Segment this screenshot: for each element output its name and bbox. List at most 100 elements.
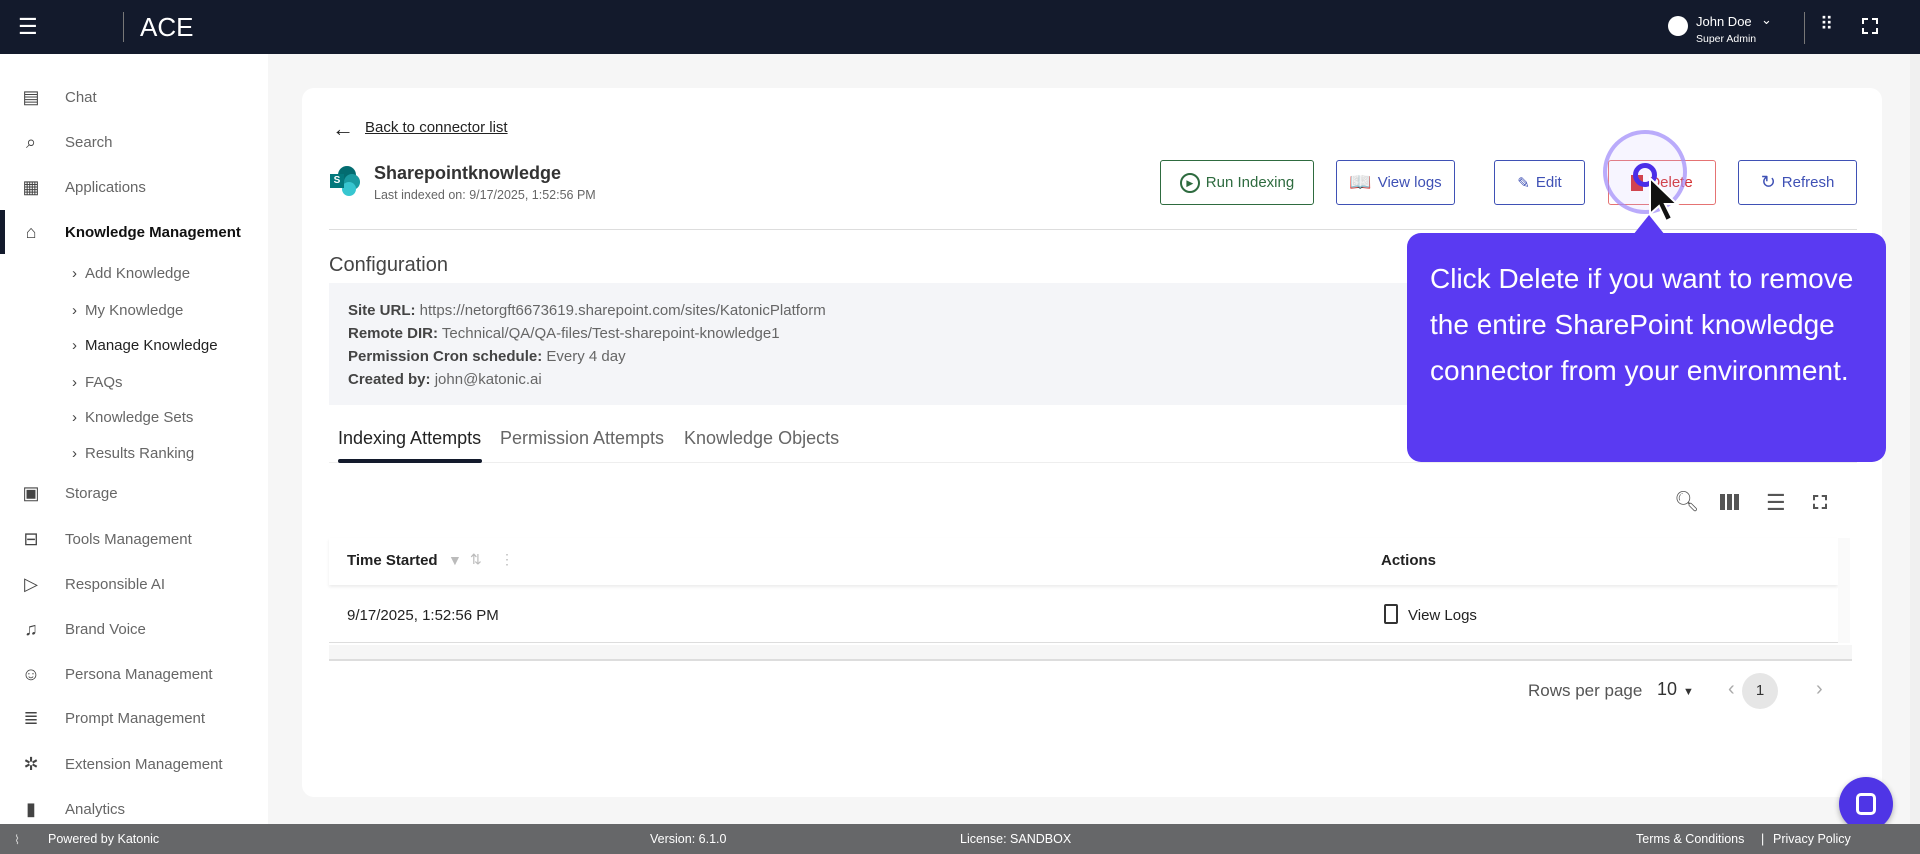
sidebar-subitem-add-knowledge[interactable]: › Add Knowledge — [72, 265, 190, 282]
tab-permission-attempts[interactable]: Permission Attempts — [500, 428, 664, 449]
apps-grid-icon[interactable]: ⠿ — [1820, 14, 1833, 35]
sidebar-item-label: Applications — [65, 178, 146, 196]
sidebar-item-responsible-ai[interactable]: ▷ Responsible AI — [0, 566, 268, 602]
config-value: https://netorgft6673619.sharepoint.com/s… — [419, 302, 826, 319]
sidebar-item-extension-management[interactable]: ✲ Extension Management — [0, 746, 268, 782]
tab-knowledge-objects[interactable]: Knowledge Objects — [684, 428, 839, 449]
version: Version: 6.1.0 — [650, 832, 727, 846]
chevron-down-icon: ⌄ — [1761, 12, 1772, 27]
page-scrollbar[interactable] — [1910, 54, 1920, 824]
sidebar-item-label: Responsible AI — [65, 575, 166, 593]
sort-icon[interactable]: ⇅ — [470, 551, 482, 568]
vertical-scrollbar[interactable] — [1838, 538, 1850, 643]
sidebar-item-label: Persona Management — [65, 665, 213, 683]
sidebar-item-label: Brand Voice — [65, 620, 146, 638]
search-list-icon: ⌕ — [25, 132, 37, 152]
config-label: Created by: — [348, 371, 431, 388]
sidebar-item-label: Chat — [65, 88, 97, 106]
column-header-actions: Actions — [1381, 552, 1437, 569]
density-icon[interactable]: ☰ — [1766, 490, 1786, 516]
sidebar-item-persona-management[interactable]: ☺ Persona Management — [0, 656, 268, 692]
column-header-time-started[interactable]: Time Started — [347, 552, 438, 569]
refresh-icon: ↻ — [1760, 172, 1776, 192]
top-bar: ☰ ACE John Doe ⌄ Super Admin ⠿ — [0, 0, 1920, 54]
view-logs-link[interactable]: View Logs — [1408, 607, 1477, 624]
back-link[interactable]: Back to connector list — [365, 119, 508, 136]
user-menu[interactable]: John Doe ⌄ Super Admin — [1668, 12, 1778, 46]
book-icon: 📖 — [1349, 172, 1372, 192]
play-circle-icon: ▶ — [1179, 172, 1200, 193]
run-indexing-label: Run Indexing — [1205, 174, 1295, 191]
sidebar-item-label: Knowledge Management — [65, 223, 241, 241]
edit-button[interactable]: ✎ Edit — [1494, 160, 1585, 205]
active-tab-indicator — [338, 459, 482, 463]
header-divider — [123, 12, 124, 42]
grid-icon: ▦ — [22, 177, 40, 197]
sidebar-subitem-label: Knowledge Sets — [85, 409, 194, 426]
pencil-icon: ✎ — [1517, 174, 1530, 192]
sidebar-subitem-manage-knowledge[interactable]: › Manage Knowledge — [72, 337, 218, 354]
sidebar-subitem-knowledge-sets[interactable]: › Knowledge Sets — [72, 409, 193, 426]
table-fullscreen-icon[interactable] — [1813, 495, 1827, 509]
puzzle-icon: ✲ — [23, 754, 39, 774]
sidebar-item-brand-voice[interactable]: ♫ Brand Voice — [0, 611, 268, 647]
sidebar-subitem-faqs[interactable]: › FAQs — [72, 374, 123, 391]
storage-icon: ▣ — [22, 483, 40, 503]
config-value: john@katonic.ai — [434, 371, 542, 388]
table-header — [329, 538, 1838, 585]
config-row: Created by: john@katonic.ai — [348, 371, 542, 388]
sidebar-item-tools-management[interactable]: ⊟ Tools Management — [0, 521, 268, 557]
sidebar-item-analytics[interactable]: ▮ Analytics — [0, 791, 268, 827]
document-icon[interactable] — [1384, 604, 1398, 624]
config-row: Site URL: https://netorgft6673619.sharep… — [348, 302, 826, 319]
refresh-button[interactable]: ↻ Refresh — [1738, 160, 1857, 205]
sidebar-item-label: Extension Management — [65, 755, 223, 773]
view-logs-button[interactable]: 📖 View logs — [1336, 160, 1455, 205]
filter-icon[interactable]: ▼ — [448, 552, 462, 568]
sidebar-item-chat[interactable]: ▤ Chat — [0, 79, 268, 115]
chat-support-button[interactable] — [1839, 777, 1893, 831]
table-search-icon[interactable]: 🔍︎ — [1674, 489, 1699, 514]
next-page-button[interactable]: › — [1816, 678, 1823, 701]
edit-label: Edit — [1535, 174, 1562, 191]
menu-collapse-icon[interactable]: ☰ — [18, 16, 46, 38]
run-indexing-button[interactable]: ▶ Run Indexing — [1160, 160, 1314, 205]
sidebar-item-applications[interactable]: ▦ Applications — [0, 169, 268, 205]
prev-page-button[interactable]: ‹ — [1728, 678, 1735, 701]
sidebar-subitem-results-ranking[interactable]: › Results Ranking — [72, 445, 194, 462]
connector-title: Sharepointknowledge — [374, 163, 562, 183]
tutorial-tooltip: Click Delete if you want to remove the e… — [1407, 215, 1886, 462]
sidebar-subitem-label: Manage Knowledge — [85, 337, 218, 354]
privacy-link[interactable]: Privacy Policy — [1773, 832, 1851, 846]
user-name: John Doe — [1696, 14, 1752, 29]
caret-down-icon: ▼ — [1683, 686, 1694, 698]
config-value: Every 4 day — [546, 348, 626, 365]
terms-link[interactable]: Terms & Conditions — [1636, 832, 1744, 846]
voice-icon: ♫ — [24, 619, 38, 639]
column-menu-icon[interactable]: ⋮ — [500, 551, 514, 568]
sidebar-item-search[interactable]: ⌕ Search — [0, 124, 268, 160]
rows-per-page-select[interactable]: 10 ▼ — [1657, 679, 1694, 700]
page-1-button[interactable]: 1 — [1742, 673, 1778, 709]
sidebar-item-prompt-management[interactable]: ≣ Prompt Management — [0, 700, 268, 736]
sidebar-subitem-my-knowledge[interactable]: › My Knowledge — [72, 302, 183, 319]
columns-icon[interactable] — [1720, 494, 1740, 510]
sharepoint-logo-icon: S — [330, 166, 362, 198]
prompt-icon: ≣ — [23, 708, 39, 728]
horizontal-scrollbar[interactable] — [329, 645, 1852, 661]
back-arrow-icon[interactable]: ← — [332, 116, 354, 142]
chat-icon: ▤ — [22, 87, 40, 107]
sidebar-item-label: Storage — [65, 484, 118, 502]
fullscreen-icon[interactable] — [1862, 18, 1878, 34]
sidebar-item-knowledge-management[interactable]: ⌂ Knowledge Management — [0, 210, 268, 254]
sidebar-subitem-label: Results Ranking — [85, 445, 195, 462]
sidebar-item-storage[interactable]: ▣ Storage — [0, 475, 268, 511]
header-divider — [1804, 12, 1805, 44]
sidebar-item-label: Tools Management — [65, 530, 192, 548]
tab-indexing-attempts[interactable]: Indexing Attempts — [338, 428, 481, 449]
sidebar-item-label: Analytics — [65, 800, 126, 818]
chevron-right-icon: › — [72, 409, 77, 426]
config-row: Remote DIR: Technical/QA/QA-files/Test-s… — [348, 325, 780, 342]
user-role: Super Admin — [1696, 33, 1757, 45]
footer-separator: | — [1761, 832, 1765, 846]
